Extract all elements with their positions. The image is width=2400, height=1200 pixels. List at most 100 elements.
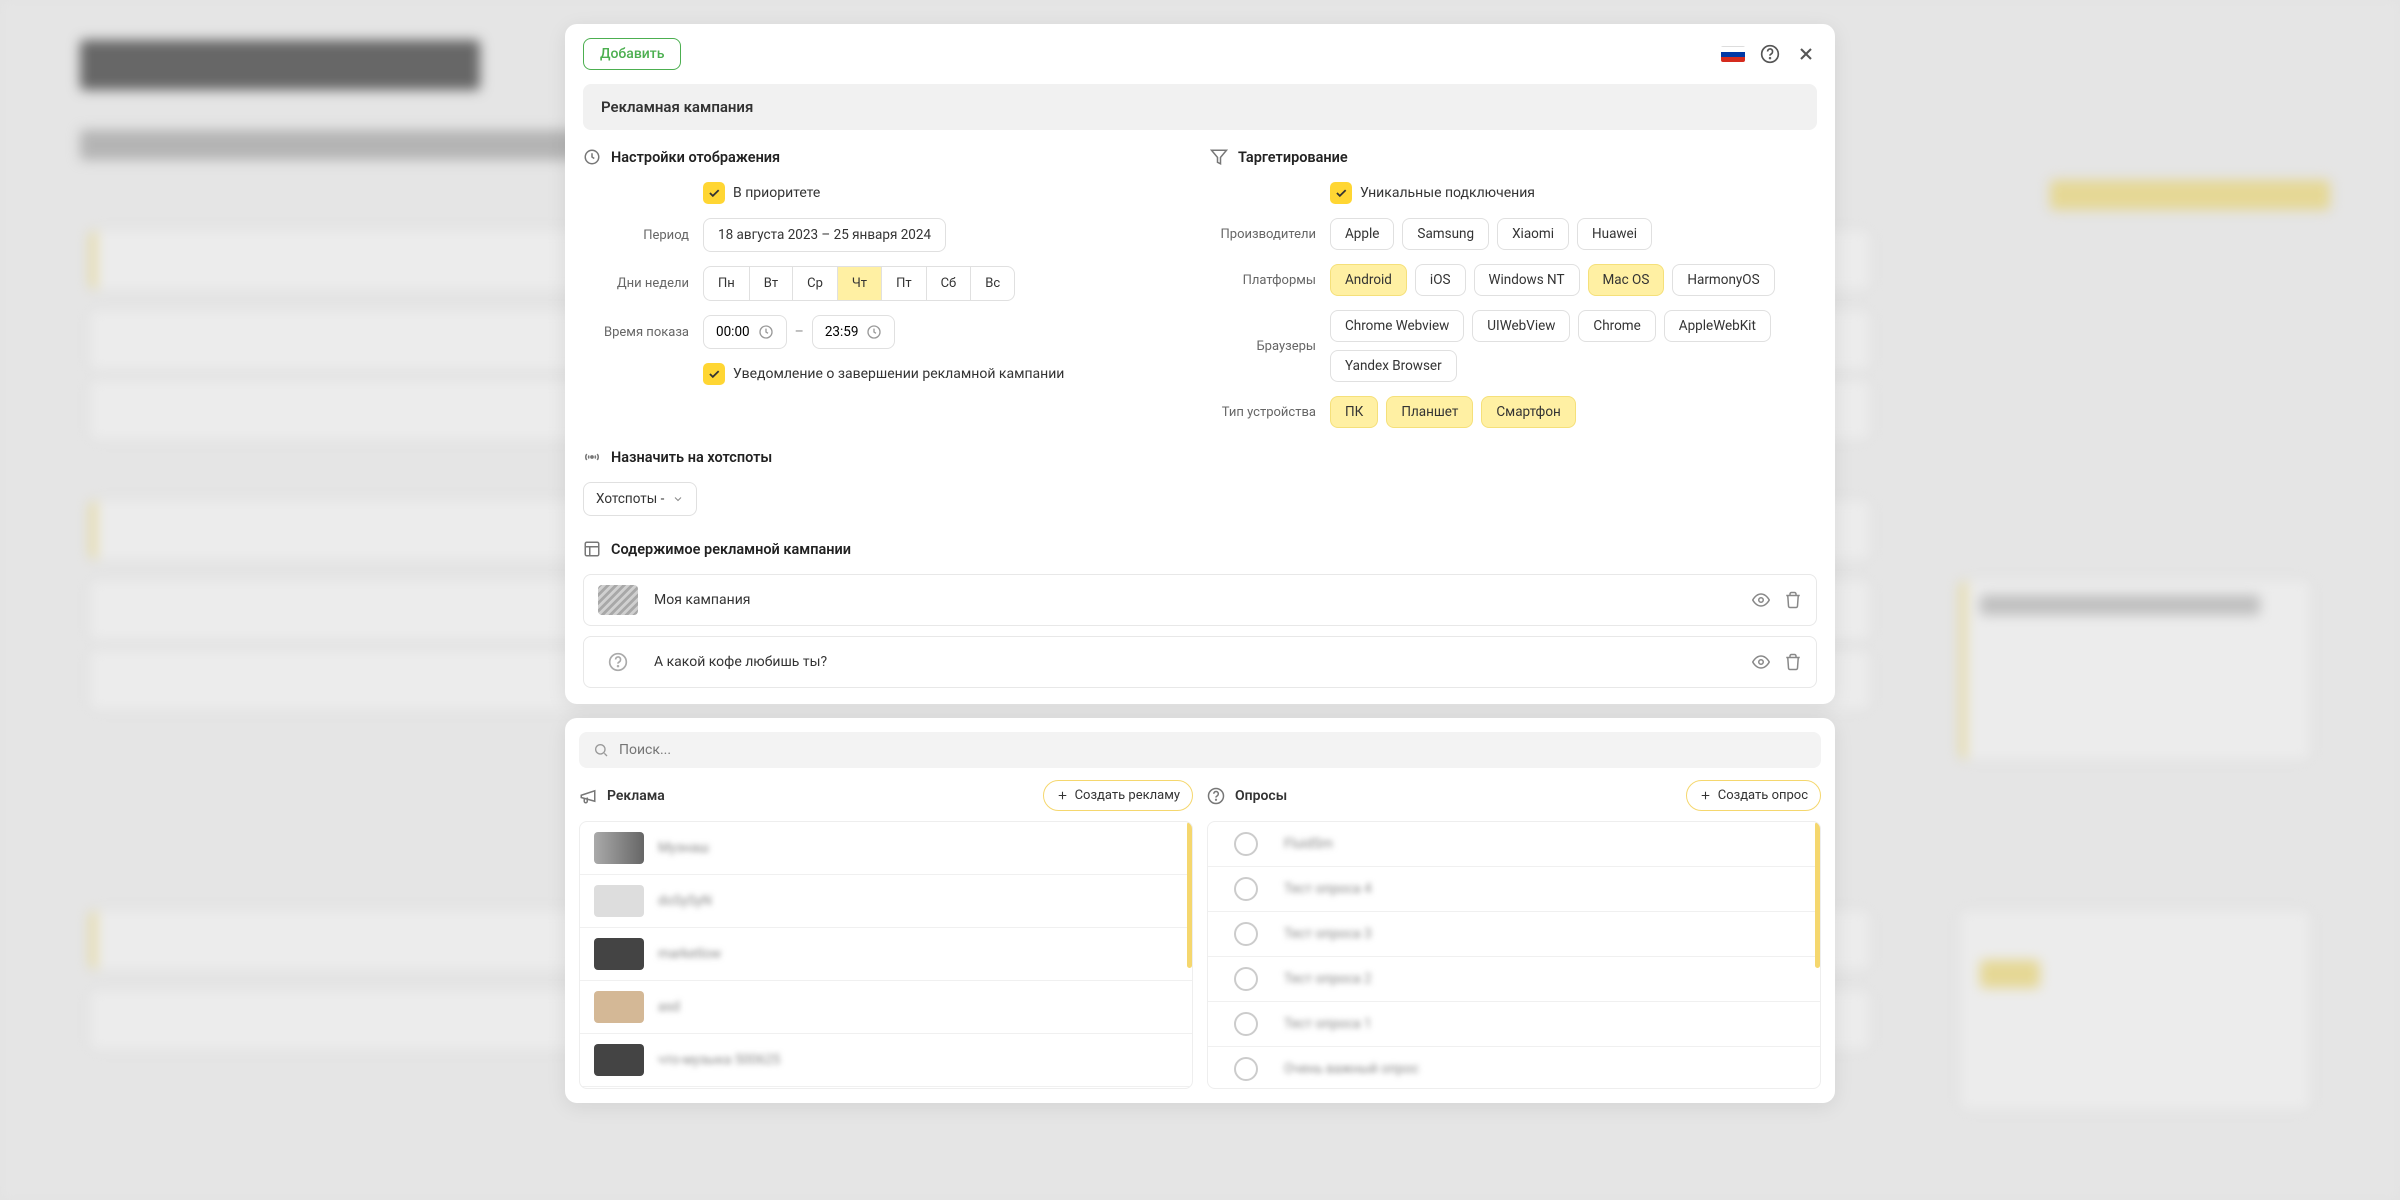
create-poll-button[interactable]: Создать опрос	[1686, 780, 1821, 811]
search-icon	[593, 742, 609, 758]
polls-heading: Опросы	[1235, 788, 1287, 804]
device-pc[interactable]: ПК	[1330, 396, 1378, 428]
close-icon[interactable]	[1795, 43, 1817, 65]
targeting-section: Таргетирование Уникальные подключения Пр…	[1210, 148, 1817, 442]
list-item[interactable]: Музнаш	[580, 822, 1192, 875]
list-item[interactable]: marketlow	[580, 928, 1192, 981]
hotspots-heading: Назначить на хотспоты	[611, 449, 772, 466]
chevron-down-icon	[672, 493, 684, 505]
language-flag-ru[interactable]	[1721, 46, 1745, 62]
trash-icon[interactable]	[1784, 653, 1802, 671]
platform-harmonyos[interactable]: HarmonyOS	[1672, 264, 1774, 296]
eye-icon[interactable]	[1752, 591, 1770, 609]
device-smartphone[interactable]: Смартфон	[1481, 396, 1575, 428]
content-thumbnail	[598, 585, 638, 615]
platforms-label: Платформы	[1210, 273, 1330, 288]
time-from-input[interactable]: 00:00	[703, 315, 787, 349]
platform-windows-nt[interactable]: Windows NT	[1474, 264, 1580, 296]
plus-icon	[1056, 789, 1069, 802]
weekday-thu[interactable]: Чт	[838, 267, 882, 300]
polls-column: Опросы Создать опрос FluidSm Тест опроса…	[1207, 780, 1821, 1089]
content-item-title: А какой кофе любишь ты?	[654, 654, 1736, 670]
content-item: Моя кампания	[583, 574, 1817, 626]
manufacturer-xiaomi[interactable]: Xiaomi	[1497, 218, 1569, 250]
ads-column: Реклама Создать рекламу Музнаш doSySyN m…	[579, 780, 1193, 1089]
platform-android[interactable]: Android	[1330, 264, 1407, 296]
manufacturer-samsung[interactable]: Samsung	[1402, 218, 1489, 250]
list-item[interactable]: Очень важный опрос	[1208, 1047, 1820, 1089]
polls-list: FluidSm Тест опроса 4 Тест опроса 3 Тест…	[1207, 821, 1821, 1089]
list-item[interactable]: Сладк Ст979	[580, 1087, 1192, 1089]
plus-icon	[1699, 789, 1712, 802]
manufacturer-huawei[interactable]: Huawei	[1577, 218, 1652, 250]
period-picker[interactable]: 18 августа 2023 – 25 января 2024	[703, 218, 946, 252]
browser-chrome[interactable]: Chrome	[1578, 310, 1655, 342]
ads-list: Музнаш doSySyN marketlow asd что-музыка …	[579, 821, 1193, 1089]
list-item[interactable]: Тест опроса 4	[1208, 867, 1820, 912]
list-item[interactable]: Тест опроса 2	[1208, 957, 1820, 1002]
browser-applewebkit[interactable]: AppleWebKit	[1664, 310, 1771, 342]
browser-uiwebview[interactable]: UIWebView	[1472, 310, 1570, 342]
manufacturer-apple[interactable]: Apple	[1330, 218, 1394, 250]
list-item[interactable]: FluidSm	[1208, 822, 1820, 867]
weekdays-label: Дни недели	[583, 276, 703, 291]
content-section: Содержимое рекламной кампании Моя кампан…	[565, 540, 1835, 688]
broadcast-icon	[583, 448, 601, 466]
weekday-sun[interactable]: Вс	[971, 267, 1014, 300]
content-item-title: Моя кампания	[654, 592, 1736, 608]
scrollbar[interactable]	[1187, 822, 1192, 968]
filter-icon	[1210, 148, 1228, 166]
modal-header: Добавить	[565, 24, 1835, 84]
campaign-title: Рекламная кампания	[583, 84, 1817, 130]
poll-icon	[598, 647, 638, 677]
device-tablet[interactable]: Планшет	[1386, 396, 1473, 428]
ads-heading: Реклама	[607, 788, 665, 804]
list-item[interactable]: doSySyN	[580, 875, 1192, 928]
display-settings-section: Настройки отображения В приоритете Перио…	[583, 148, 1190, 442]
eye-icon[interactable]	[1752, 653, 1770, 671]
targeting-heading: Таргетирование	[1238, 149, 1348, 166]
hotspots-dropdown[interactable]: Хотспоты -	[583, 482, 697, 516]
platform-ios[interactable]: iOS	[1415, 264, 1466, 296]
list-item[interactable]: Тест опроса 3	[1208, 912, 1820, 957]
notify-label: Уведомление о завершении рекламной кампа…	[733, 366, 1064, 382]
content-item: А какой кофе любишь ты?	[583, 636, 1817, 688]
list-item[interactable]: Тест опроса 1	[1208, 1002, 1820, 1047]
help-icon	[1207, 787, 1225, 805]
content-heading: Содержимое рекламной кампании	[611, 541, 851, 558]
device-type-label: Тип устройства	[1210, 405, 1330, 420]
browsers-label: Браузеры	[1210, 339, 1330, 354]
platform-macos[interactable]: Mac OS	[1588, 264, 1665, 296]
clock-icon	[758, 324, 774, 340]
display-settings-heading: Настройки отображения	[611, 149, 780, 166]
search-input[interactable]	[619, 742, 1807, 758]
weekday-tue[interactable]: Вт	[750, 267, 793, 300]
browser-yandex[interactable]: Yandex Browser	[1330, 350, 1457, 382]
period-label: Период	[583, 228, 703, 243]
weekday-mon[interactable]: Пн	[704, 267, 750, 300]
manufacturers-label: Производители	[1210, 227, 1330, 242]
unique-connections-label: Уникальные подключения	[1360, 185, 1535, 201]
megaphone-icon	[579, 787, 597, 805]
layout-icon	[583, 540, 601, 558]
show-time-label: Время показа	[583, 325, 703, 340]
weekday-sat[interactable]: Сб	[927, 267, 972, 300]
help-icon[interactable]	[1759, 43, 1781, 65]
clock-icon	[866, 324, 882, 340]
weekday-wed[interactable]: Ср	[793, 267, 838, 300]
search-bar	[579, 732, 1821, 768]
time-to-input[interactable]: 23:59	[812, 315, 896, 349]
create-ad-button[interactable]: Создать рекламу	[1043, 780, 1193, 811]
scrollbar[interactable]	[1815, 822, 1820, 968]
unique-connections-checkbox[interactable]	[1330, 182, 1352, 204]
browser-chrome-webview[interactable]: Chrome Webview	[1330, 310, 1464, 342]
list-item[interactable]: asd	[580, 981, 1192, 1034]
clock-icon	[583, 148, 601, 166]
priority-checkbox[interactable]	[703, 182, 725, 204]
add-button[interactable]: Добавить	[583, 38, 681, 70]
weekday-fri[interactable]: Пт	[882, 267, 927, 300]
trash-icon[interactable]	[1784, 591, 1802, 609]
notify-checkbox[interactable]	[703, 363, 725, 385]
list-item[interactable]: что-музыка 500625	[580, 1034, 1192, 1087]
priority-label: В приоритете	[733, 185, 820, 201]
